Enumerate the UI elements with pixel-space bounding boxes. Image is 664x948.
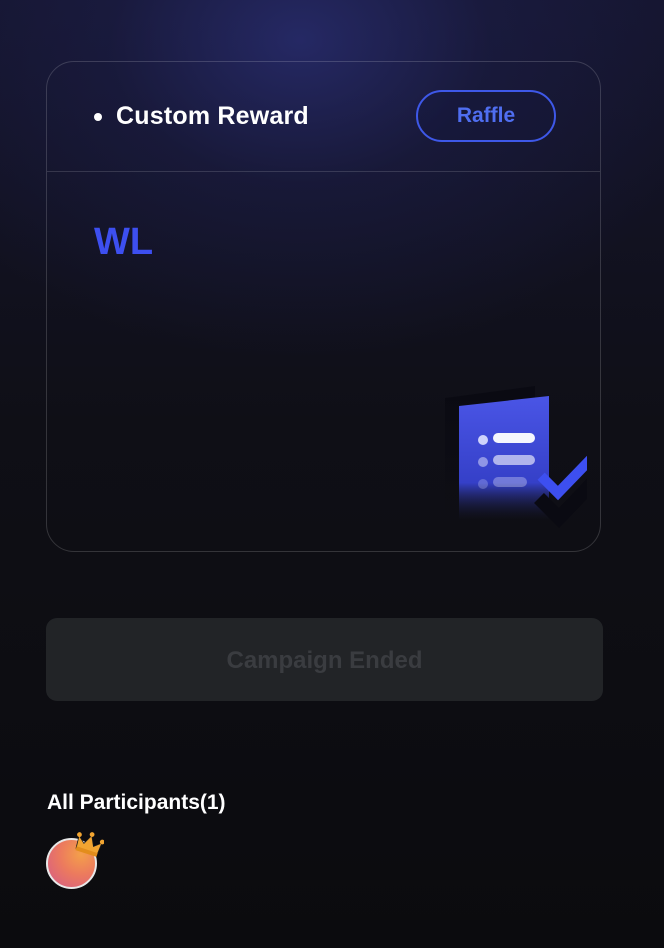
- raffle-button[interactable]: Raffle: [416, 90, 556, 142]
- reward-card: Custom Reward Raffle WL: [46, 61, 601, 552]
- crown-icon: [75, 832, 104, 857]
- participant-avatar-item[interactable]: [46, 830, 108, 892]
- reward-value: WL: [94, 221, 154, 263]
- participants-title: All Participants(1): [47, 791, 226, 814]
- reward-card-header: Custom Reward Raffle: [47, 62, 600, 172]
- reward-type-label: Custom Reward: [116, 102, 309, 130]
- checklist-document-icon: [445, 386, 587, 529]
- campaign-ended-button[interactable]: Campaign Ended: [46, 618, 603, 701]
- bullet-dot-icon: [94, 113, 102, 121]
